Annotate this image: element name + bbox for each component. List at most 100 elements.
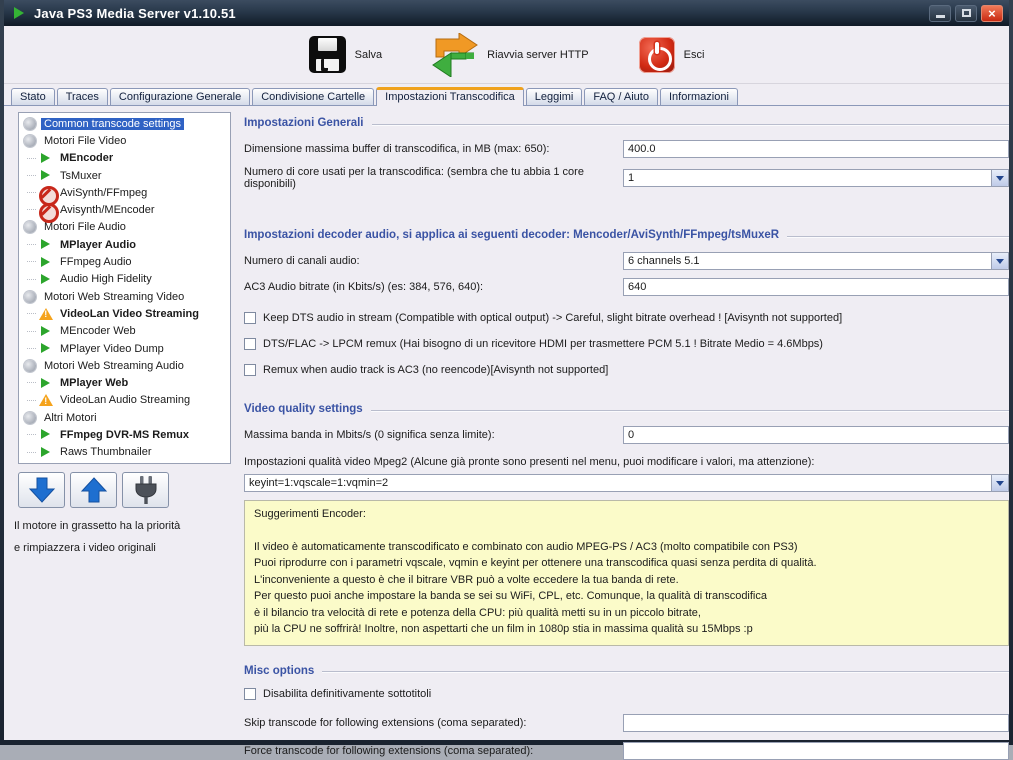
chevron-down-icon[interactable]: [991, 475, 1008, 491]
ac3-remux-row: Remux when audio track is AC3 (no reenco…: [244, 364, 1009, 376]
tree-item-tsmuxer[interactable]: TsMuxer: [19, 167, 230, 184]
max-bandwidth-label: Massima banda in Mbits/s (0 significa se…: [244, 429, 623, 441]
hint-line: Il video è automaticamente transcodifica…: [254, 539, 999, 556]
audio-channels-label: Numero di canali audio:: [244, 255, 623, 267]
maximize-button[interactable]: [955, 5, 977, 22]
tree-item-motori-web-streaming-audio[interactable]: Motori Web Streaming Audio: [19, 357, 230, 374]
section-rule: [787, 236, 1009, 238]
quit-button[interactable]: Esci: [633, 33, 711, 77]
cpu-cores-select[interactable]: 1: [623, 169, 1009, 187]
save-label: Salva: [355, 49, 383, 61]
disable-subtitles-label: Disabilita definitivamente sottotitoli: [263, 688, 431, 700]
play-icon: [39, 324, 54, 338]
priority-note-line1: Il motore in grassetto ha la priorità: [14, 520, 234, 532]
engine-priority-buttons: [18, 472, 169, 508]
disable-subtitles-row: Disabilita definitivamente sottotitoli: [244, 688, 1009, 700]
move-up-button[interactable]: [70, 472, 117, 508]
lpcm-remux-label: DTS/FLAC -> LPCM remux (Hai bisogno di u…: [263, 338, 823, 350]
minimize-button[interactable]: [929, 5, 951, 22]
restart-server-button[interactable]: Riavvia server HTTP: [426, 29, 594, 81]
section-audio-decoder: Impostazioni decoder audio, si applica a…: [244, 228, 1009, 242]
max-bandwidth-input[interactable]: [623, 426, 1009, 444]
tab-impostazioni-transcodifica[interactable]: Impostazioni Transcodifica: [376, 87, 524, 105]
buffer-size-row: Dimensione massima buffer di transcodifi…: [244, 140, 1009, 158]
tree-item-ffmpeg-audio[interactable]: FFmpeg Audio: [19, 253, 230, 270]
disable-subtitles-checkbox[interactable]: [244, 688, 256, 700]
lpcm-remux-checkbox[interactable]: [244, 338, 256, 350]
tree-item-altri-motori[interactable]: Altri Motori: [19, 409, 230, 426]
save-button[interactable]: Salva: [303, 32, 389, 77]
audio-channels-select[interactable]: 6 channels 5.1: [623, 252, 1009, 270]
warning-icon: [39, 393, 54, 407]
hint-line: più la CPU ne soffrirà! Inoltre, non asp…: [254, 621, 999, 638]
tree-item-mencoder[interactable]: MEncoder: [19, 150, 230, 167]
priority-note-line2: e rimpiazzera i video originali: [14, 542, 234, 554]
title-bar: Java PS3 Media Server v1.10.51 ×: [4, 0, 1009, 26]
play-icon: [39, 376, 54, 390]
maximize-icon: [962, 9, 971, 17]
tab-stato[interactable]: Stato: [11, 88, 55, 105]
power-icon: [639, 37, 675, 73]
gear-icon: [23, 359, 38, 373]
force-transcode-input[interactable]: [623, 742, 1009, 760]
section-video-quality: Video quality settings: [244, 402, 1009, 416]
hint-line: Puoi riprodurre con i parametri vqscale,…: [254, 555, 999, 572]
tree-item-raws-thumbnailer[interactable]: Raws Thumbnailer: [19, 444, 230, 461]
window-title: Java PS3 Media Server v1.10.51: [34, 6, 236, 21]
mpeg2-quality-select[interactable]: keyint=1:vqscale=1:vqmin=2: [244, 474, 1009, 492]
encoder-hints-box: Suggerimenti Encoder: Il video è automat…: [244, 500, 1009, 646]
buffer-size-label: Dimensione massima buffer di transcodifi…: [244, 143, 623, 155]
skip-transcode-label: Skip transcode for following extensions …: [244, 717, 623, 729]
hint-line: è il bilancio tra velocità di rete e pot…: [254, 605, 999, 622]
tree-item-avisynth-mencoder[interactable]: Avisynth/MEncoder: [19, 201, 230, 218]
play-icon: [39, 272, 54, 286]
tree-item-audio-high-fidelity[interactable]: Audio High Fidelity: [19, 271, 230, 288]
keep-dts-checkbox[interactable]: [244, 312, 256, 324]
buffer-size-input[interactable]: [623, 140, 1009, 158]
chevron-down-icon[interactable]: [991, 170, 1008, 186]
toggle-engine-button[interactable]: [122, 472, 169, 508]
tab-leggimi[interactable]: Leggimi: [526, 88, 583, 105]
force-transcode-label: Force transcode for following extensions…: [244, 745, 623, 757]
app-logo-play-icon: [14, 7, 24, 19]
gear-icon: [23, 290, 38, 304]
tab-traces[interactable]: Traces: [57, 88, 108, 105]
play-icon: [39, 342, 54, 356]
toolbar: Salva Riavvia server HTTP Esci: [4, 26, 1009, 84]
tree-item-common-transcode-settings[interactable]: Common transcode settings: [19, 115, 230, 132]
tree-item-mencoder-web[interactable]: MEncoder Web: [19, 323, 230, 340]
chevron-down-icon[interactable]: [991, 253, 1008, 269]
plug-icon: [131, 475, 161, 505]
tree-item-mplayer-web[interactable]: MPlayer Web: [19, 374, 230, 391]
cpu-cores-label: Numero di core usati per la transcodific…: [244, 166, 623, 190]
tree-item-motori-file-video[interactable]: Motori File Video: [19, 132, 230, 149]
section-title: Misc options: [244, 665, 314, 677]
tree-item-videolan-audio-streaming[interactable]: VideoLan Audio Streaming: [19, 392, 230, 409]
tree-item-motori-web-streaming-video[interactable]: Motori Web Streaming Video: [19, 288, 230, 305]
skip-transcode-input[interactable]: [623, 714, 1009, 732]
audio-channels-row: Numero di canali audio: 6 channels 5.1: [244, 252, 1009, 270]
blocked-icon: [39, 186, 54, 200]
restart-label: Riavvia server HTTP: [487, 49, 588, 61]
section-title: Impostazioni Generali: [244, 117, 364, 129]
tree-item-avisynth-ffmpeg[interactable]: AviSynth/FFmpeg: [19, 184, 230, 201]
lpcm-remux-row: DTS/FLAC -> LPCM remux (Hai bisogno di u…: [244, 338, 1009, 350]
tab-configurazione-generale[interactable]: Configurazione Generale: [110, 88, 250, 105]
tree-item-ffmpeg-dvrms-remux[interactable]: FFmpeg DVR-MS Remux: [19, 426, 230, 443]
hints-title: Suggerimenti Encoder:: [254, 506, 999, 523]
section-rule: [371, 410, 1009, 412]
tree-item-mplayer-video-dump[interactable]: MPlayer Video Dump: [19, 340, 230, 357]
tab-bar: Stato Traces Configurazione Generale Con…: [4, 84, 1009, 106]
tab-informazioni[interactable]: Informazioni: [660, 88, 738, 105]
ac3-remux-checkbox[interactable]: [244, 364, 256, 376]
quit-label: Esci: [684, 49, 705, 61]
max-bandwidth-row: Massima banda in Mbits/s (0 significa se…: [244, 426, 1009, 444]
close-button[interactable]: ×: [981, 5, 1003, 22]
tab-condivisione-cartelle[interactable]: Condivisione Cartelle: [252, 88, 374, 105]
tree-item-mplayer-audio[interactable]: MPlayer Audio: [19, 236, 230, 253]
section-misc-options: Misc options: [244, 664, 1009, 678]
tree-item-videolan-video-streaming[interactable]: VideoLan Video Streaming: [19, 305, 230, 322]
move-down-button[interactable]: [18, 472, 65, 508]
tab-faq-aiuto[interactable]: FAQ / Aiuto: [584, 88, 658, 105]
ac3-bitrate-input[interactable]: [623, 278, 1009, 296]
